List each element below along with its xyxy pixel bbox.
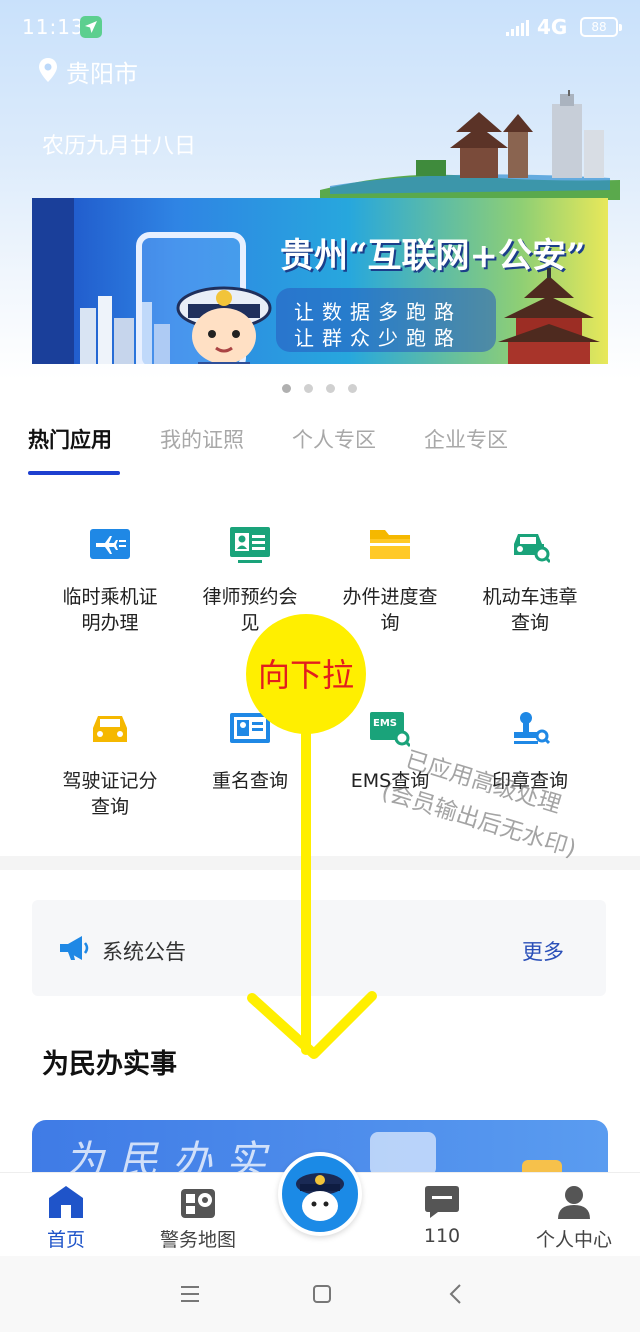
app-label: 办件进度查询 <box>342 586 438 634</box>
tab-personal[interactable]: 个人专区 <box>292 424 376 454</box>
police-assistant-button[interactable] <box>278 1152 362 1236</box>
car-icon <box>93 716 127 742</box>
nav-label: 警务地图 <box>159 1229 236 1251</box>
pagination-dot[interactable] <box>326 384 335 393</box>
banner-slogan-line2: 让群众少跑路 <box>294 326 462 350</box>
home-icon <box>49 1186 83 1218</box>
banner-pagination <box>280 384 370 394</box>
back-icon[interactable] <box>440 1278 472 1310</box>
city-skyline-illustration <box>320 90 620 200</box>
card-illustration <box>370 1132 436 1176</box>
promo-banner[interactable]: 贵州“互联网+公安” 让数据多跑路 让群众少跑路 <box>32 198 608 364</box>
map-icon <box>181 1189 215 1218</box>
navigation-icon <box>80 16 102 38</box>
svg-text:EMS: EMS <box>373 718 397 729</box>
pagination-dot[interactable] <box>282 384 291 393</box>
notice-title: 系统公告 <box>102 940 186 964</box>
stamp-search-icon <box>514 712 550 745</box>
tab-hot-apps[interactable]: 热门应用 <box>28 424 112 454</box>
app-label: 重名查询 <box>211 770 288 792</box>
section-title: 为民办实事 <box>42 1049 177 1080</box>
megaphone-icon <box>60 936 89 960</box>
home-square-icon[interactable] <box>306 1278 338 1310</box>
app-label: 律师预约会见 <box>202 586 298 634</box>
folder-icon <box>370 530 410 559</box>
tab-my-licenses[interactable]: 我的证照 <box>160 424 244 454</box>
chat-icon <box>425 1186 459 1218</box>
pagination-dot[interactable] <box>304 384 313 393</box>
id-card-icon <box>230 713 270 743</box>
police-cartoon-icon <box>176 286 272 364</box>
nav-label: 110 <box>423 1225 461 1247</box>
more-link[interactable]: 更多 <box>522 936 564 966</box>
nav-label: 个人中心 <box>535 1229 612 1251</box>
nav-home[interactable]: 首页 <box>0 1173 136 1257</box>
banner-slogan-line1: 让数据多跑路 <box>294 300 462 324</box>
plane-card-icon <box>90 529 130 559</box>
banner-city-strip <box>32 198 74 364</box>
ems-search-icon: EMS <box>370 712 410 748</box>
tab-indicator <box>28 471 120 475</box>
pagination-dot[interactable] <box>348 384 357 393</box>
app-label: 机动车违章 查询 <box>482 586 578 634</box>
location-pin-icon <box>39 58 57 82</box>
lawyer-card-icon <box>230 527 270 563</box>
signal-icon <box>506 20 530 36</box>
city-label: 贵阳市 <box>66 60 138 88</box>
system-notice-bar[interactable]: 系统公告 更多 <box>32 900 606 996</box>
pull-down-label: 向下拉 <box>257 656 354 694</box>
car-search-icon <box>514 534 550 564</box>
battery-icon: 88 <box>580 17 622 37</box>
status-time: 11:13 <box>22 15 85 39</box>
app-label: 驾驶证记分 查询 <box>62 770 158 818</box>
section-divider <box>0 856 640 870</box>
app-label: 临时乘机证 明办理 <box>62 586 158 634</box>
nav-police-map[interactable]: 警务地图 <box>128 1173 268 1257</box>
police-avatar-icon <box>296 1173 344 1221</box>
lunar-date: 农历九月廿八日 <box>42 134 197 159</box>
system-navigation-bar <box>0 1256 640 1332</box>
status-bar: 11:13 4G 88 <box>0 0 640 56</box>
network-label: 4G <box>537 15 568 39</box>
menu-icon[interactable] <box>174 1278 206 1310</box>
pagoda-illustration <box>498 268 600 364</box>
tab-enterprise[interactable]: 企业专区 <box>424 424 508 454</box>
nav-label: 首页 <box>46 1229 85 1251</box>
nav-110[interactable]: 110 <box>372 1173 512 1257</box>
nav-personal-center[interactable]: 个人中心 <box>504 1173 640 1257</box>
user-icon <box>558 1186 590 1219</box>
